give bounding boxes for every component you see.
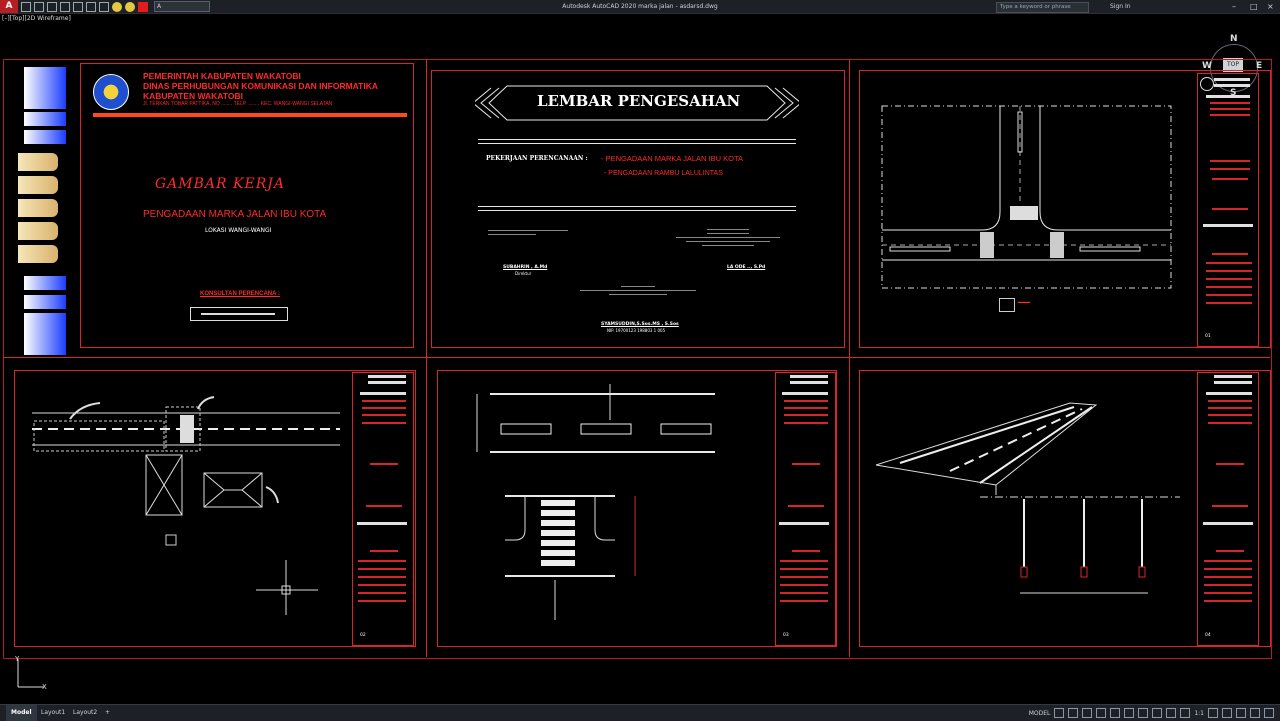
cover-gradient-block (24, 67, 66, 109)
sheet-code: 03 (783, 633, 789, 638)
snap-icon[interactable] (1068, 708, 1079, 718)
rule (478, 210, 796, 211)
compass-north[interactable]: N (1230, 34, 1238, 44)
minimize-icon[interactable]: – (1232, 0, 1236, 13)
tab-add[interactable]: + (100, 705, 115, 721)
polar-icon[interactable] (1096, 708, 1107, 718)
cover-gradient-block (24, 112, 66, 126)
model-space-toggle[interactable]: MODEL (1029, 710, 1051, 717)
perspective-drawing (875, 402, 1180, 594)
divider (849, 59, 850, 657)
cover-location: LOKASI WANGI-WANGI (205, 227, 272, 234)
signature-right-name: LA ODE .., S.Pd (727, 265, 766, 270)
text-block (488, 228, 568, 242)
cover-header-line2: DINAS PERHUBUNGAN KOMUNIKASI DAN INFORMA… (143, 81, 379, 91)
tab-model[interactable]: Model (6, 705, 37, 721)
rule (478, 206, 796, 207)
cover-consultant: KONSULTAN PERENCANA : (200, 291, 280, 297)
grid-icon[interactable] (1054, 708, 1065, 718)
clean-screen-icon[interactable] (1250, 708, 1260, 718)
ortho-icon[interactable] (1082, 708, 1093, 718)
crosswalk-drawing (476, 384, 715, 620)
hardware-acceleration-icon[interactable] (1236, 708, 1246, 718)
cover-header-line3: KABUPATEN WAKATOBI (143, 91, 243, 101)
work-item-2: - PENGADAAN RAMBU LALULINTAS (604, 170, 723, 177)
otrack-icon[interactable] (1124, 708, 1135, 718)
cover-header-line1: PEMERINTAH KABUPATEN WAKATOBI (143, 71, 301, 81)
signature-center-name: SYAMSUDDIN,S.Sos.MS , S.Sos (601, 322, 679, 327)
consultant-box (190, 307, 288, 321)
divider (3, 357, 1270, 358)
tab-layout2[interactable]: Layout2 (68, 705, 102, 721)
ucs-icon: Y X (14, 655, 47, 691)
transparency-icon[interactable] (1152, 708, 1163, 718)
text-block (676, 228, 780, 250)
cover-project: PENGADAAN MARKA JALAN IBU KOTA (143, 209, 327, 220)
viewport-controls[interactable]: [–][Top][2D Wireframe] (2, 15, 71, 22)
osnap-icon[interactable] (1110, 708, 1121, 718)
selection-cycling-icon[interactable] (1166, 708, 1177, 718)
signature-center-nip: NIP. 19700123 198803 1 005 (607, 328, 666, 333)
title-block-logo-icon (1200, 77, 1214, 91)
signature-left-role: Direktur (515, 271, 532, 276)
sheet-code: 01 (1205, 334, 1211, 339)
cover-header-bar (93, 113, 407, 117)
maximize-icon[interactable]: □ (1250, 0, 1258, 13)
customization-menu-icon[interactable] (1264, 708, 1274, 718)
intersection-drawing (881, 105, 1172, 289)
close-icon[interactable]: × (1267, 0, 1274, 13)
svg-text:Y: Y (14, 655, 20, 663)
svg-text:X: X (42, 683, 47, 691)
cover-gradient-block (24, 295, 66, 309)
rule (478, 143, 796, 144)
cover-gradient-block (24, 276, 66, 290)
annotation-scale[interactable]: 1:1 (1194, 710, 1204, 717)
detail-label: ▬▬▬ (1018, 299, 1030, 304)
cover-gradient-block (24, 130, 66, 144)
cover-gradient-block (24, 313, 66, 355)
sheet-code: 04 (1205, 633, 1211, 638)
cover-address: Jl. TERKAN TOBAR PATTIKA, NO ........ TE… (143, 101, 333, 107)
title-bar: A A Autodesk AutoCAD 2020 marka jalan - … (0, 0, 1280, 14)
search-input[interactable]: Type a keyword or phrase (996, 2, 1089, 13)
status-toggles: MODEL 1:1 (1029, 708, 1274, 718)
cover-tan-tabs (18, 153, 60, 265)
regency-logo-icon (93, 74, 129, 110)
workspace-gear-icon[interactable] (1208, 708, 1218, 718)
sheet-code: 02 (360, 633, 366, 638)
cover-title: GAMBAR KERJA (155, 176, 285, 192)
rule (478, 139, 796, 140)
isolate-icon[interactable] (1222, 708, 1232, 718)
lineweight-icon[interactable] (1138, 708, 1149, 718)
tab-layout1[interactable]: Layout1 (36, 705, 70, 721)
status-bar: Model Layout1 Layout2 + MODEL 1:1 (0, 704, 1280, 721)
road-plan-drawing (32, 396, 340, 615)
signature-left-name: SUBAHRIN , A.Md (503, 265, 548, 270)
detail-marker (999, 298, 1015, 312)
text-block (580, 285, 696, 299)
pekerjaan-label: PEKERJAAN PERENCANAAN : (486, 155, 588, 162)
sign-in-link[interactable]: Sign In (1110, 0, 1131, 13)
divider (426, 59, 427, 657)
annotation-icon[interactable] (1180, 708, 1191, 718)
approval-title: LEMBAR PENGESAHAN (537, 92, 741, 110)
work-item-1: - PENGADAAN MARKA JALAN IBU KOTA (601, 154, 743, 163)
